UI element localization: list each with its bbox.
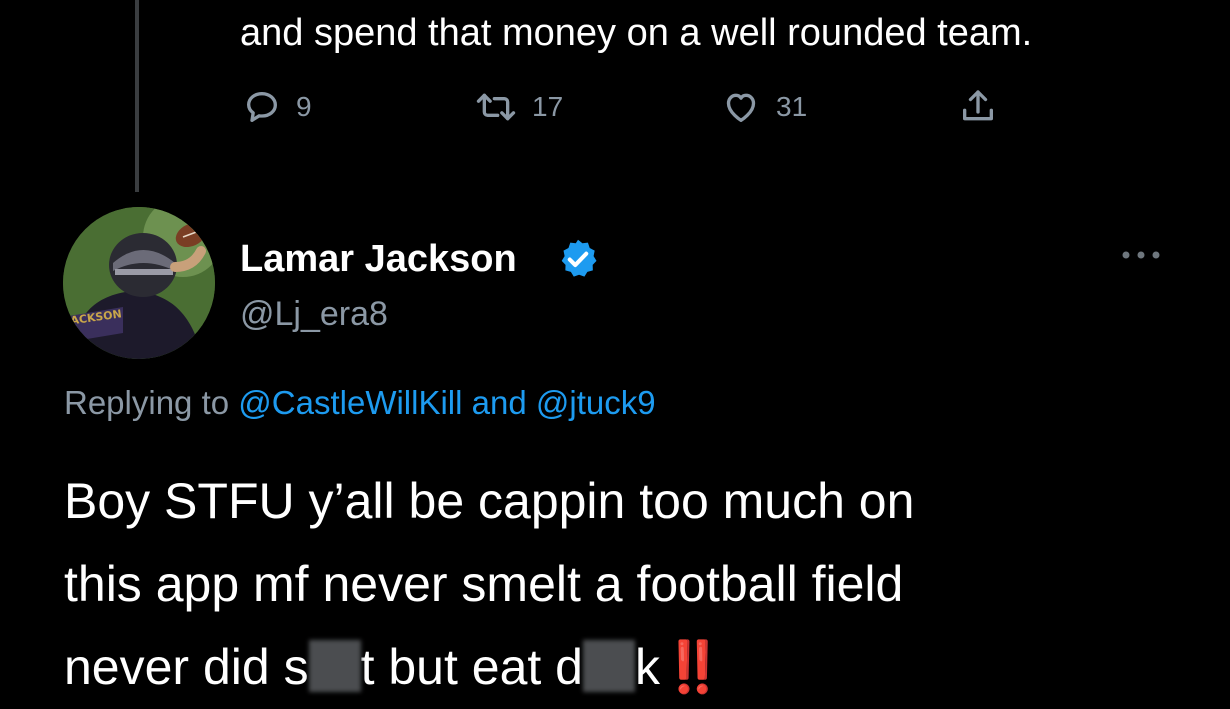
reply-button[interactable]: 9 bbox=[242, 84, 312, 130]
replying-prefix: Replying to bbox=[64, 384, 230, 421]
user-handle[interactable]: @Lj_era8 bbox=[240, 292, 388, 336]
verified-badge-icon bbox=[556, 237, 600, 281]
reply-icon bbox=[242, 87, 282, 127]
like-button[interactable]: 31 bbox=[720, 84, 807, 130]
censor-blur bbox=[308, 640, 361, 692]
tweet-body: Boy STFU y’all be cappin too much on thi… bbox=[64, 460, 1204, 709]
tweet-body-line-3-part-2: t but eat d bbox=[360, 639, 583, 695]
avatar[interactable]: JACKSON bbox=[63, 207, 215, 359]
heart-icon bbox=[720, 87, 762, 127]
replying-and: and bbox=[471, 384, 527, 421]
display-name[interactable]: Lamar Jackson bbox=[240, 236, 517, 282]
retweet-icon bbox=[474, 87, 518, 127]
replying-to: Replying to @CastleWillKill and @jtuck9 bbox=[64, 380, 656, 426]
tweet-body-line-2: this app mf never smelt a football field bbox=[64, 556, 904, 612]
mention-link-jtuck9[interactable]: @jtuck9 bbox=[536, 384, 656, 421]
mention-link-castlewillkill[interactable]: @CastleWillKill bbox=[238, 384, 462, 421]
like-count: 31 bbox=[776, 91, 808, 122]
censor-blur bbox=[582, 640, 635, 692]
tweet-body-line-3-part-3: k bbox=[634, 639, 660, 695]
share-icon bbox=[958, 87, 998, 127]
more-options-icon[interactable] bbox=[1118, 240, 1164, 270]
tweet-body-line-1: Boy STFU y’all be cappin too much on bbox=[64, 473, 915, 529]
tweet-body-line-3: never did s t but eat d k‼️ bbox=[64, 626, 1204, 709]
reply-count: 9 bbox=[296, 91, 312, 122]
tweet-body-line-3-part-1: never did s bbox=[64, 639, 309, 695]
previous-tweet-text: and spend that money on a well rounded t… bbox=[240, 12, 1033, 54]
previous-tweet-action-bar: 9 17 31 bbox=[0, 84, 1230, 130]
share-button[interactable] bbox=[958, 84, 998, 130]
retweet-count: 17 bbox=[532, 91, 564, 122]
double-exclamation-emoji: ‼️ bbox=[661, 639, 725, 695]
retweet-button[interactable]: 17 bbox=[474, 84, 563, 130]
